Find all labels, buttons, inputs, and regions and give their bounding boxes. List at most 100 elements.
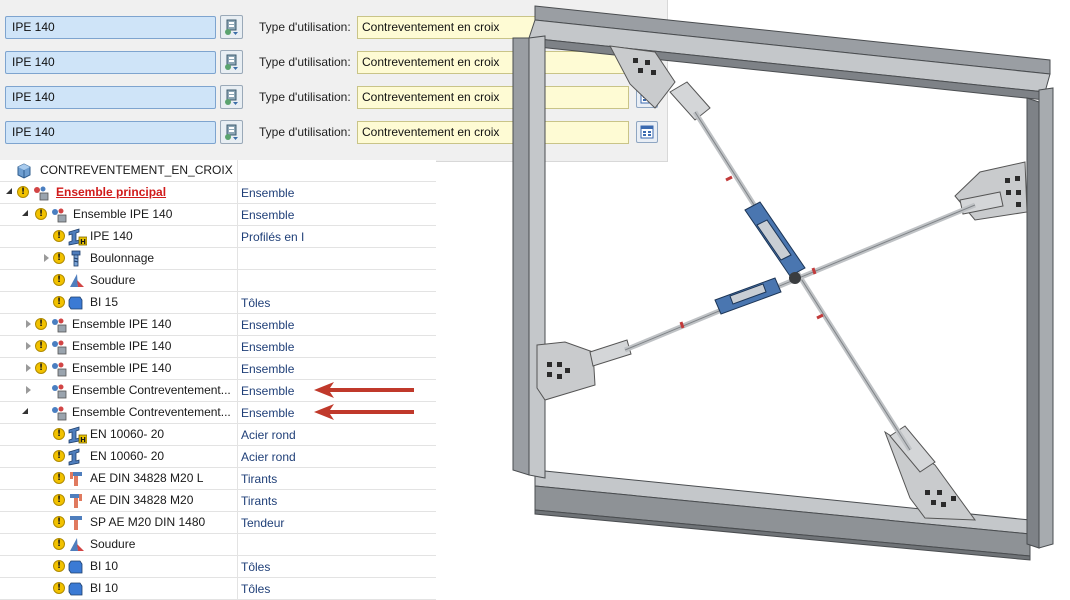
tree-root-label: CONTREVENTEMENT_EN_CROIX [40,163,233,177]
tree-row[interactable]: ! Soudure [0,270,436,292]
tree-row[interactable]: ! Boulonnage [0,248,436,270]
tree-item-label: BI 10 [90,559,119,573]
tree-row[interactable]: ! BI 10 Tôles [0,578,436,600]
annotation-arrows [314,382,414,420]
tree-item-label: Ensemble Contreventement... [72,383,231,397]
tree-item-type: Tirants [241,472,278,486]
column-separator [237,182,238,204]
profile-field[interactable]: IPE 140 [5,51,216,74]
collapsed-arrow-icon[interactable] [26,386,31,394]
tree-item-label: Ensemble IPE 140 [73,207,173,221]
assembly-icon [52,318,67,333]
tree-item-label: Ensemble principal [56,185,167,199]
column-separator [237,578,238,600]
tree-item-type: Tôles [241,296,271,310]
tree-item-label: EN 10060- 20 [90,427,165,441]
collapsed-arrow-icon[interactable] [44,254,49,262]
profile-select-button[interactable] [220,50,243,74]
left-column-flange [528,35,546,479]
tree-row[interactable]: ! Ensemble IPE 140 Ensemble [0,204,436,226]
tree-item-type: Acier rond [241,428,296,442]
assembly-icon [34,186,49,201]
warning-icon: ! [53,472,65,484]
tree-row[interactable]: ! H EN 10060- 20 Acier rond [0,424,436,446]
profile-catalog-icon [225,124,238,140]
usage-type-label: Type d'utilisation: [259,90,351,104]
left-column [512,37,530,476]
tree-item-type: Tôles [241,582,271,596]
rod-end-top-left [669,81,711,121]
weld-icon [70,274,84,287]
plate-icon [68,582,83,596]
tree-item-label: BI 10 [90,581,119,595]
profile-field[interactable]: IPE 140 [5,121,216,144]
beam-icon [68,448,80,466]
turnbuckle-a [744,201,806,277]
warning-icon: ! [53,560,65,572]
expanded-arrow-icon[interactable] [22,210,28,216]
tree-item-label: Ensemble IPE 140 [72,317,172,331]
warning-icon: ! [53,428,65,440]
warning-icon: ! [35,208,47,220]
column-separator [237,490,238,512]
collapsed-arrow-icon[interactable] [26,342,31,350]
warning-icon: ! [53,582,65,594]
model-viewport[interactable] [505,0,1070,600]
profile-catalog-icon [225,54,238,70]
bolt-icon [71,250,81,267]
tie-rod-icon [70,494,82,508]
tree-item-type: Ensemble [241,186,295,200]
tree-item-label: BI 15 [90,295,119,309]
collapsed-arrow-icon[interactable] [26,320,31,328]
column-separator [237,556,238,578]
tree-row[interactable]: ! BI 15 Tôles [0,292,436,314]
tree-row[interactable]: ! BI 10 Tôles [0,556,436,578]
tree-row[interactable]: ! Ensemble IPE 140 Ensemble [0,314,436,336]
tree-row[interactable]: ! Ensemble IPE 140 Ensemble [0,336,436,358]
tree-item-label: Soudure [90,537,136,551]
usage-type-label: Type d'utilisation: [259,20,351,34]
column-separator [237,512,238,534]
tree-row[interactable]: ! AE DIN 34828 M20 Tirants [0,490,436,512]
tree-item-label: Ensemble Contreventement... [72,405,231,419]
tree-item-type: Tirants [241,494,278,508]
tree-item-type: Ensemble [241,318,295,332]
assembly-icon [52,340,67,355]
tree-item-label: Ensemble IPE 140 [72,361,172,375]
tree-item-type: Profilés en I [241,230,305,244]
profile-select-button[interactable] [220,15,243,39]
usage-type-label: Type d'utilisation: [259,55,351,69]
warning-icon: ! [53,274,65,286]
warning-icon: ! [53,450,65,462]
tree-item-label: AE DIN 34828 M20 [90,493,194,507]
tree-item-type: Tendeur [241,516,285,530]
tree-item-label: Ensemble IPE 140 [72,339,172,353]
cube-icon [17,163,31,179]
assembly-icon [52,362,67,377]
tree-row[interactable]: ! H IPE 140 Profilés en I [0,226,436,248]
tree-item-type: Ensemble [241,406,295,420]
warning-icon: ! [53,538,65,550]
profile-select-button[interactable] [220,120,243,144]
svg-text:H: H [80,436,86,444]
profile-field[interactable]: IPE 140 [5,16,216,39]
usage-type-label: Type d'utilisation: [259,125,351,139]
tree-row[interactable]: ! Ensemble IPE 140 Ensemble [0,358,436,380]
column-separator [237,204,238,226]
profile-field[interactable]: IPE 140 [5,86,216,109]
collapsed-arrow-icon[interactable] [26,364,31,372]
column-separator [237,314,238,336]
tree-row[interactable]: ! AE DIN 34828 M20 L Tirants [0,468,436,490]
column-separator [237,380,238,402]
tree-row[interactable]: ! EN 10060- 20 Acier rond [0,446,436,468]
expanded-arrow-icon[interactable] [22,408,28,414]
tree-row[interactable]: ! Ensemble principal Ensemble [0,182,436,204]
warning-icon: ! [17,186,29,198]
profile-select-button[interactable] [220,85,243,109]
column-separator [237,446,238,468]
expanded-arrow-icon[interactable] [6,188,12,194]
tree-row[interactable]: ! Soudure [0,534,436,556]
tree-root-row[interactable]: CONTREVENTEMENT_EN_CROIX [0,160,436,182]
tree-row[interactable]: ! SP AE M20 DIN 1480 Tendeur [0,512,436,534]
turnbuckle-icon [70,516,82,530]
